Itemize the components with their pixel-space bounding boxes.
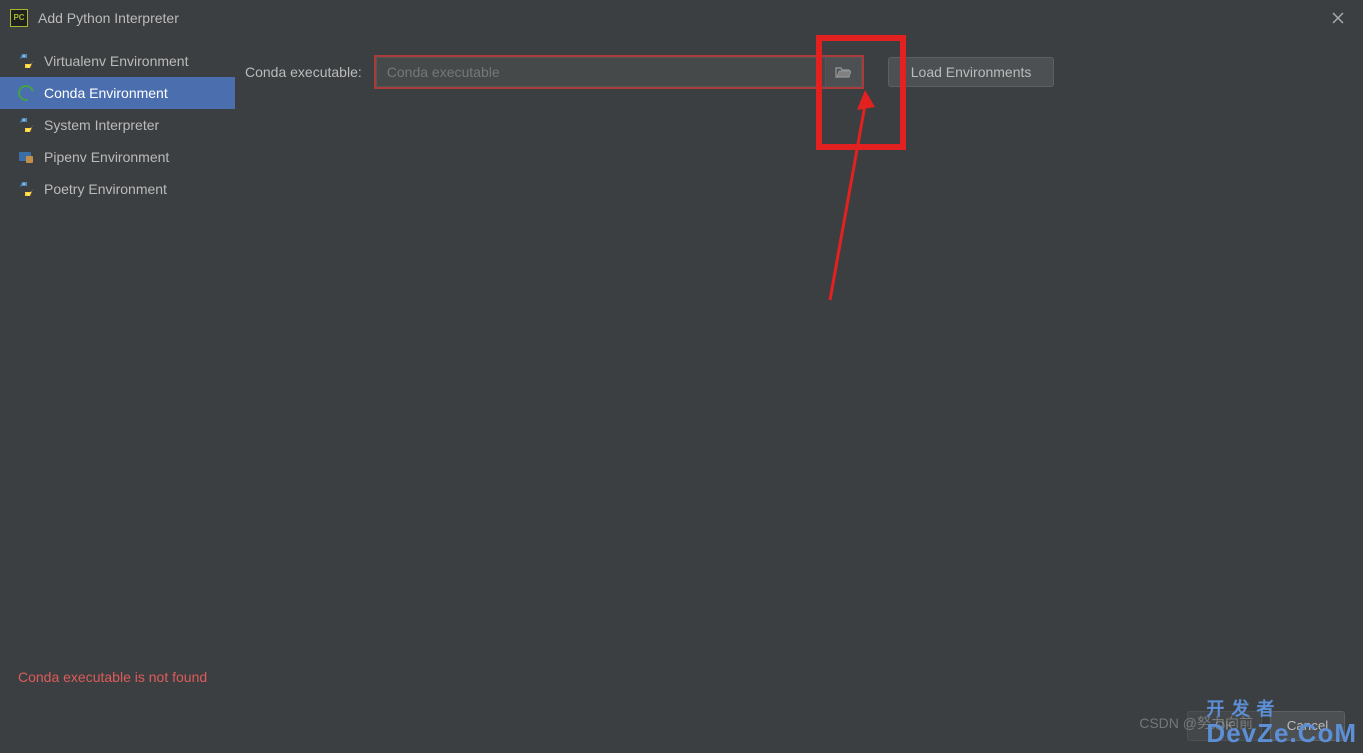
sidebar-item-label: Conda Environment bbox=[44, 85, 168, 101]
content-panel: Conda executable: Load Environments bbox=[235, 35, 1363, 698]
sidebar-item-label: Virtualenv Environment bbox=[44, 53, 188, 69]
sidebar-item-conda[interactable]: Conda Environment bbox=[0, 77, 235, 109]
sidebar: Virtualenv Environment Conda Environment… bbox=[0, 35, 235, 698]
sidebar-item-label: Poetry Environment bbox=[44, 181, 167, 197]
window-title: Add Python Interpreter bbox=[38, 10, 1323, 26]
conda-executable-label: Conda executable: bbox=[245, 64, 362, 80]
dialog-footer: OK Cancel bbox=[0, 698, 1363, 753]
conda-executable-input-wrap bbox=[374, 55, 864, 89]
python-icon bbox=[18, 181, 34, 197]
close-button[interactable] bbox=[1323, 3, 1353, 33]
conda-executable-row: Conda executable: Load Environments bbox=[245, 55, 1353, 89]
python-icon bbox=[18, 117, 34, 133]
python-icon bbox=[18, 53, 34, 69]
sidebar-item-label: Pipenv Environment bbox=[44, 149, 169, 165]
sidebar-item-virtualenv[interactable]: Virtualenv Environment bbox=[0, 45, 235, 77]
pipenv-icon bbox=[18, 149, 34, 165]
sidebar-item-poetry[interactable]: Poetry Environment bbox=[0, 173, 235, 205]
cancel-button[interactable]: Cancel bbox=[1270, 711, 1345, 741]
folder-open-icon bbox=[835, 65, 851, 79]
app-icon: PC bbox=[10, 9, 28, 27]
error-message: Conda executable is not found bbox=[18, 669, 207, 685]
browse-button[interactable] bbox=[826, 57, 862, 87]
conda-executable-input[interactable] bbox=[376, 57, 826, 87]
sidebar-item-system[interactable]: System Interpreter bbox=[0, 109, 235, 141]
conda-icon bbox=[15, 82, 37, 104]
sidebar-item-pipenv[interactable]: Pipenv Environment bbox=[0, 141, 235, 173]
sidebar-item-label: System Interpreter bbox=[44, 117, 159, 133]
load-environments-button[interactable]: Load Environments bbox=[888, 57, 1055, 87]
titlebar: PC Add Python Interpreter bbox=[0, 0, 1363, 35]
ok-button[interactable]: OK bbox=[1187, 711, 1262, 741]
main-area: Virtualenv Environment Conda Environment… bbox=[0, 35, 1363, 698]
